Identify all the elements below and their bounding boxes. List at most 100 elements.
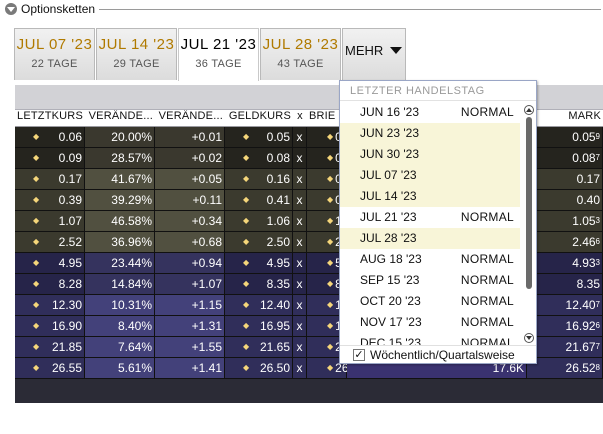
- cell-x[interactable]: x: [293, 190, 307, 210]
- cell-bid[interactable]: ◆ 21.65: [225, 337, 293, 357]
- cell-mark[interactable]: 16.926: [527, 316, 603, 336]
- dropdown-item[interactable]: JUN 16 '23 NORMAL: [340, 102, 520, 123]
- cell-change-pct[interactable]: 20.00%: [85, 127, 155, 147]
- dropdown-item[interactable]: NOV 17 '23 NORMAL: [340, 312, 520, 333]
- cell-last[interactable]: ◆ 2.52: [15, 232, 85, 252]
- cell-change-pct[interactable]: 7.64%: [85, 337, 155, 357]
- cell-mark[interactable]: 0.059: [527, 127, 603, 147]
- dropdown-item[interactable]: JUN 30 '23: [340, 144, 520, 165]
- dropdown-item[interactable]: JUL 21 '23 NORMAL: [340, 207, 520, 228]
- cell-x[interactable]: x: [293, 127, 307, 147]
- cell-x[interactable]: x: [293, 148, 307, 168]
- cell-bid[interactable]: ◆ 1.06: [225, 211, 293, 231]
- dropdown-scrollbar[interactable]: [524, 105, 534, 343]
- dropdown-item[interactable]: AUG 18 '23 NORMAL: [340, 249, 520, 270]
- cell-mark[interactable]: 1.053: [527, 211, 603, 231]
- cell-bid[interactable]: ◆ 12.40: [225, 295, 293, 315]
- dropdown-item[interactable]: OCT 20 '23 NORMAL: [340, 291, 520, 312]
- cell-x[interactable]: x: [293, 274, 307, 294]
- cell-mark[interactable]: 8.35: [527, 274, 603, 294]
- cell-x[interactable]: x: [293, 169, 307, 189]
- cell-change-pct[interactable]: 28.57%: [85, 148, 155, 168]
- cell-bid[interactable]: ◆ 0.08: [225, 148, 293, 168]
- cell-x[interactable]: x: [293, 337, 307, 357]
- cell-change-pct[interactable]: 39.29%: [85, 190, 155, 210]
- weekly-quarterly-checkbox[interactable]: ✓: [353, 348, 365, 361]
- cell-change[interactable]: +1.55: [155, 337, 225, 357]
- cell-bid[interactable]: ◆ 16.95: [225, 316, 293, 336]
- cell-last[interactable]: ◆ 0.39: [15, 190, 85, 210]
- cell-last[interactable]: ◆ 16.90: [15, 316, 85, 336]
- cell-bid[interactable]: ◆ 4.95: [225, 253, 293, 273]
- cell-change[interactable]: +0.05: [155, 169, 225, 189]
- cell-last[interactable]: ◆ 8.28: [15, 274, 85, 294]
- cell-last[interactable]: ◆ 0.17: [15, 169, 85, 189]
- cell-mark[interactable]: 21.677: [527, 337, 603, 357]
- weekly-quarterly-label[interactable]: Wöchentlich/Quartalsweise: [370, 348, 515, 362]
- cell-change[interactable]: +1.07: [155, 274, 225, 294]
- more-button[interactable]: MEHR: [342, 28, 406, 80]
- tab-expiry-2[interactable]: JUL 21 '23 36 TAGE: [178, 28, 259, 81]
- dropdown-item[interactable]: SEP 15 '23 NORMAL: [340, 270, 520, 291]
- cell-change[interactable]: +0.34: [155, 211, 225, 231]
- cell-change[interactable]: +0.11: [155, 190, 225, 210]
- dropdown-item[interactable]: JUN 23 '23: [340, 123, 520, 144]
- cell-change[interactable]: +0.02: [155, 148, 225, 168]
- cell-mark[interactable]: 0.40: [527, 190, 603, 210]
- cell-last[interactable]: ◆ 0.09: [15, 148, 85, 168]
- cell-mark[interactable]: 4.933: [527, 253, 603, 273]
- dropdown-item[interactable]: JUL 28 '23: [340, 228, 520, 249]
- cell-change-pct[interactable]: 36.96%: [85, 232, 155, 252]
- cell-bid[interactable]: ◆ 0.16: [225, 169, 293, 189]
- cell-last[interactable]: ◆ 12.30: [15, 295, 85, 315]
- cell-change-pct[interactable]: 23.44%: [85, 253, 155, 273]
- cell-change[interactable]: +0.01: [155, 127, 225, 147]
- col-header-change-pct[interactable]: VERÄNDE...: [85, 110, 155, 126]
- cell-mark[interactable]: 0.17: [527, 169, 603, 189]
- cell-change[interactable]: +1.41: [155, 358, 225, 378]
- cell-last[interactable]: ◆ 4.95: [15, 253, 85, 273]
- scroll-thumb[interactable]: [526, 117, 532, 289]
- dropdown-item[interactable]: JUL 07 '23: [340, 165, 520, 186]
- cell-x[interactable]: x: [293, 295, 307, 315]
- cell-bid[interactable]: ◆ 0.05: [225, 127, 293, 147]
- cell-last[interactable]: ◆ 26.55: [15, 358, 85, 378]
- cell-change-pct[interactable]: 8.40%: [85, 316, 155, 336]
- cell-change[interactable]: +0.68: [155, 232, 225, 252]
- cell-mark[interactable]: 2.466: [527, 232, 603, 252]
- cell-change[interactable]: +1.15: [155, 295, 225, 315]
- col-header-bid[interactable]: GELDKURS: [225, 110, 293, 126]
- cell-x[interactable]: x: [293, 232, 307, 252]
- cell-change-pct[interactable]: 41.67%: [85, 169, 155, 189]
- scroll-up-icon[interactable]: [524, 105, 534, 115]
- cell-bid[interactable]: ◆ 8.35: [225, 274, 293, 294]
- cell-mark[interactable]: 12.407: [527, 295, 603, 315]
- col-header-last[interactable]: LETZTKURS: [15, 110, 85, 126]
- cell-last[interactable]: ◆ 0.06: [15, 127, 85, 147]
- cell-change[interactable]: +0.94: [155, 253, 225, 273]
- cell-bid[interactable]: ◆ 26.50: [225, 358, 293, 378]
- cell-bid[interactable]: ◆ 2.50: [225, 232, 293, 252]
- cell-change-pct[interactable]: 14.84%: [85, 274, 155, 294]
- cell-mark[interactable]: 26.528: [527, 358, 603, 378]
- dropdown-item[interactable]: JUL 14 '23: [340, 186, 520, 207]
- cell-mark[interactable]: 0.087: [527, 148, 603, 168]
- collapse-icon[interactable]: [5, 3, 17, 15]
- cell-change-pct[interactable]: 5.61%: [85, 358, 155, 378]
- col-header-mark[interactable]: MARK: [527, 110, 603, 126]
- tab-expiry-1[interactable]: JUL 14 '23 29 TAGE: [96, 28, 177, 80]
- cell-x[interactable]: x: [293, 358, 307, 378]
- cell-change-pct[interactable]: 46.58%: [85, 211, 155, 231]
- cell-change-pct[interactable]: 10.31%: [85, 295, 155, 315]
- cell-x[interactable]: x: [293, 253, 307, 273]
- cell-last[interactable]: ◆ 1.07: [15, 211, 85, 231]
- cell-last[interactable]: ◆ 21.85: [15, 337, 85, 357]
- cell-change[interactable]: +1.31: [155, 316, 225, 336]
- cell-x[interactable]: x: [293, 316, 307, 336]
- scroll-down-icon[interactable]: [524, 333, 534, 343]
- tab-expiry-3[interactable]: JUL 28 '23 43 TAGE: [260, 28, 341, 80]
- col-header-change[interactable]: VERÄNDE...: [155, 110, 225, 126]
- cell-bid[interactable]: ◆ 0.41: [225, 190, 293, 210]
- cell-x[interactable]: x: [293, 211, 307, 231]
- tab-expiry-0[interactable]: JUL 07 '23 22 TAGE: [14, 28, 95, 80]
